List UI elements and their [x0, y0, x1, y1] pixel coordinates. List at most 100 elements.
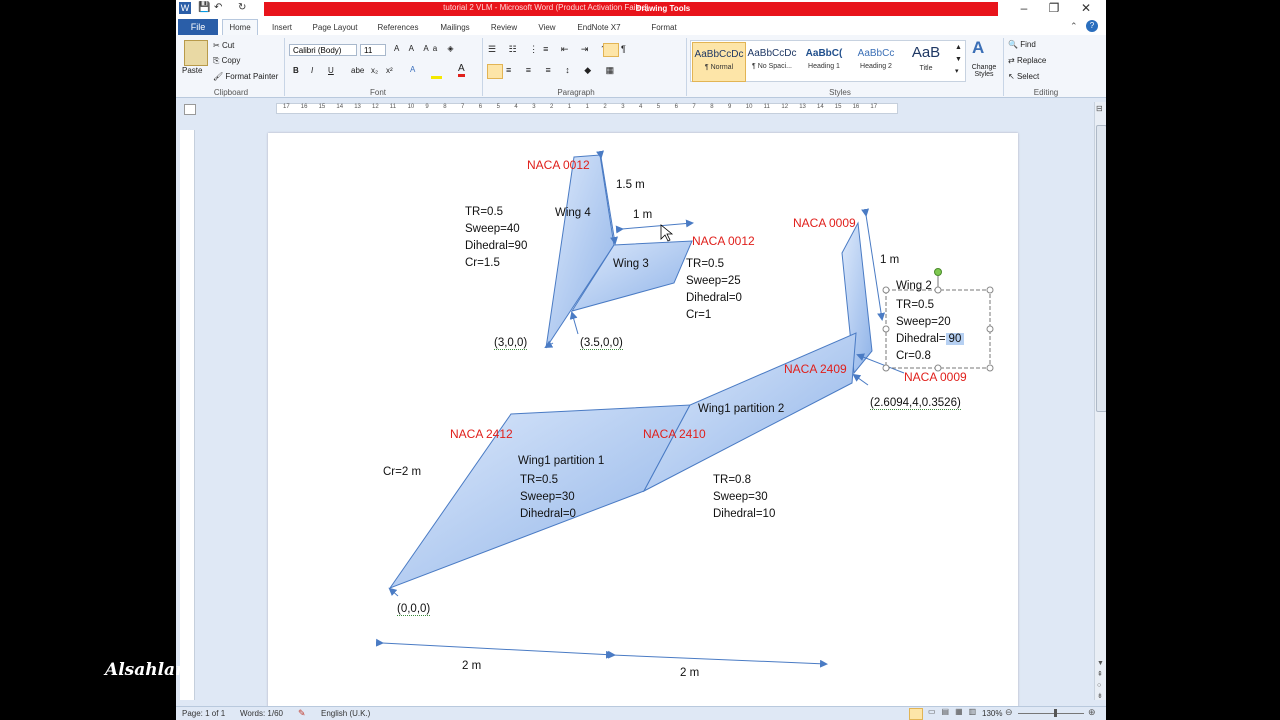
- wing4-shape[interactable]: [545, 154, 615, 349]
- save-icon[interactable]: 💾: [198, 2, 210, 16]
- format-painter-button[interactable]: 🖌 Format Painter: [213, 72, 278, 81]
- wing3-params: TR=0.5 Sweep=25 Dihedral=0 Cr=1: [686, 256, 742, 324]
- style-heading-2[interactable]: AaBbCc Heading 2: [850, 42, 902, 80]
- copy-label: Copy: [221, 56, 241, 65]
- font-name-select[interactable]: Calibri (Body): [289, 44, 357, 56]
- word-logo-icon: W: [179, 2, 191, 14]
- param-line: Sweep=25: [686, 275, 741, 287]
- change-styles-icon[interactable]: A: [972, 38, 984, 58]
- ruler-number: 17: [870, 104, 878, 110]
- subscript-button[interactable]: x₂: [371, 66, 378, 75]
- selected-text[interactable]: 90: [945, 333, 965, 345]
- style-name: ¶ Normal: [704, 64, 734, 71]
- copy-button[interactable]: ⎘ Copy: [213, 56, 240, 66]
- view-mode-icons[interactable]: ▭▤▦▥: [928, 707, 982, 716]
- pointer-origin: [388, 587, 399, 597]
- restore-button[interactable]: ❐: [1040, 1, 1068, 18]
- cut-button[interactable]: ✂ Cut: [213, 41, 234, 50]
- word-count[interactable]: Words: 1/60: [240, 709, 283, 718]
- align-left-button[interactable]: [487, 64, 503, 79]
- zoom-level[interactable]: 130%: [982, 709, 1002, 718]
- help-icon[interactable]: ?: [1086, 20, 1098, 32]
- zoom-in-icon[interactable]: ⊕: [1088, 707, 1096, 718]
- ruler-number: 17: [283, 104, 290, 110]
- zoom-slider[interactable]: [1018, 713, 1084, 714]
- scissors-icon: ✂: [213, 41, 220, 50]
- ruler-number: 14: [817, 104, 824, 110]
- scroll-page-icons[interactable]: ▼ ⇞ ○ ⇟: [1097, 658, 1104, 702]
- strikethrough-button[interactable]: abe: [351, 66, 364, 75]
- scrollbar-thumb[interactable]: [1096, 125, 1106, 412]
- wing1-partition2-naca-label: NACA 2410: [643, 427, 706, 441]
- tab-insert[interactable]: Insert: [264, 21, 300, 35]
- select-label: Select: [1016, 72, 1040, 81]
- tab-mailings[interactable]: Mailings: [432, 21, 478, 35]
- close-button[interactable]: ✕: [1072, 1, 1100, 18]
- tab-selector-icon[interactable]: [184, 104, 196, 115]
- paste-icon[interactable]: [184, 40, 208, 66]
- highlight-icon[interactable]: [431, 66, 442, 79]
- align-buttons[interactable]: ≡ ≡ ≡ ↕ ◆ ▦: [506, 65, 620, 76]
- zoom-slider-thumb[interactable]: [1054, 709, 1057, 717]
- coord-text: (2.6094,4,0.3526): [870, 397, 961, 410]
- tab-home[interactable]: Home: [222, 21, 258, 35]
- font-grow-shrink-icons[interactable]: A A Aa ◈: [394, 44, 458, 53]
- redo-icon[interactable]: ↻: [238, 2, 246, 16]
- wing1-partition1-label: Wing1 partition 1: [518, 455, 605, 467]
- style-normal[interactable]: AaBbCcDc ¶ Normal: [692, 42, 746, 82]
- coord-text: (3,0,0): [494, 337, 528, 350]
- replace-button[interactable]: ⇄ Replace: [1008, 56, 1046, 65]
- find-button[interactable]: 🔍 Find: [1008, 40, 1036, 49]
- tab-review[interactable]: Review: [484, 21, 524, 35]
- undo-icon[interactable]: ↶: [214, 2, 222, 16]
- ruler-number: 6: [478, 104, 483, 110]
- param-line: Cr=0.8: [896, 350, 931, 362]
- underline-button[interactable]: U: [328, 66, 334, 75]
- minimize-button[interactable]: –: [1010, 1, 1038, 18]
- ruler-number: 3: [621, 104, 625, 110]
- tab-view[interactable]: View: [530, 21, 564, 35]
- bold-button[interactable]: B: [293, 66, 299, 75]
- change-styles-button[interactable]: Change Styles: [966, 64, 1002, 78]
- style-no-spacing[interactable]: AaBbCcDc ¶ No Spaci...: [746, 42, 798, 80]
- italic-button[interactable]: I: [311, 66, 313, 75]
- print-layout-view-icon[interactable]: [909, 708, 923, 720]
- zoom-out-icon[interactable]: ⊖: [1005, 707, 1013, 718]
- language[interactable]: English (U.K.): [321, 709, 370, 718]
- font-color-icon[interactable]: A: [458, 64, 465, 77]
- style-heading-1[interactable]: AaBbC( Heading 1: [798, 42, 850, 80]
- style-title[interactable]: AaB Title: [900, 42, 952, 80]
- document-page[interactable]: NACA 0012 1.5 m Wing 4 TR=0.5 Sweep=40 D…: [268, 133, 1018, 713]
- paste-button[interactable]: Paste: [182, 66, 202, 75]
- clipboard-group-label: Clipboard: [213, 88, 249, 97]
- sort-active-icon[interactable]: [603, 43, 619, 57]
- wing1-root-chord: Cr=2 m: [383, 466, 422, 478]
- tab-format[interactable]: Format: [638, 21, 690, 35]
- wing2-params-textbox[interactable]: TR=0.5 Sweep=20 Dihedral= 90 Cr=0.8: [896, 297, 965, 365]
- tab-file[interactable]: File: [178, 19, 218, 35]
- proofing-icon[interactable]: ✎: [298, 708, 306, 719]
- styles-scroll-icon[interactable]: ▲ ▼ ▾: [955, 42, 962, 78]
- page-count[interactable]: Page: 1 of 1: [182, 709, 225, 718]
- param-line: Dihedral=0: [686, 292, 742, 304]
- style-name: ¶ No Spaci...: [752, 63, 792, 70]
- tab-endnote[interactable]: EndNote X7: [570, 21, 628, 35]
- font-group-label: Font: [369, 88, 386, 97]
- tab-page-layout[interactable]: Page Layout: [306, 21, 364, 35]
- superscript-button[interactable]: x²: [386, 66, 393, 75]
- text-effects-icon[interactable]: A: [410, 65, 415, 74]
- tab-references[interactable]: References: [372, 21, 424, 35]
- ruler-toggle-icon[interactable]: ⊟: [1096, 104, 1103, 113]
- select-button[interactable]: ↖ Select: [1008, 72, 1039, 81]
- rotate-handle[interactable]: [934, 268, 942, 276]
- ruler-number: 5: [496, 104, 500, 110]
- cut-label: Cut: [221, 41, 235, 50]
- param-line: Dihedral=0: [520, 508, 576, 520]
- wing2-naca-top-label: NACA 0009: [793, 216, 856, 230]
- font-size-select[interactable]: 11: [360, 44, 386, 56]
- ruler-number: 12: [372, 104, 379, 110]
- ribbon-minimize-icon[interactable]: ⌃: [1070, 21, 1078, 32]
- ruler-number: 7: [692, 104, 696, 110]
- ruler-number: 16: [852, 104, 860, 110]
- param-line: Sweep=40: [465, 223, 520, 235]
